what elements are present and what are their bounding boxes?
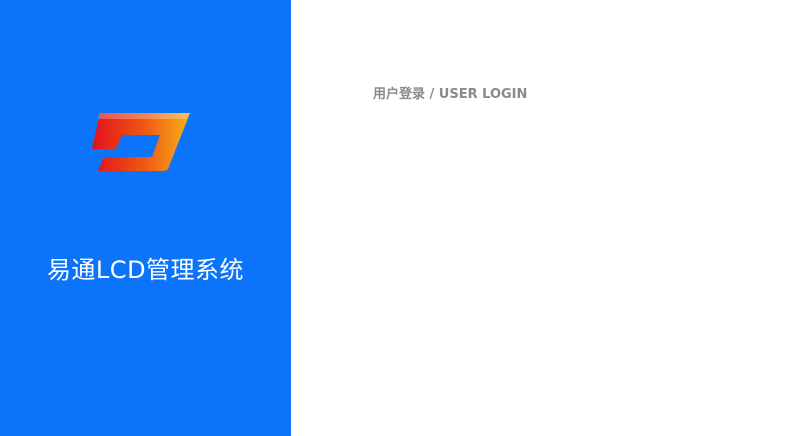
login-heading: 用户登录 / USER LOGIN [373, 87, 528, 102]
app-logo-icon [92, 113, 190, 171]
login-page: 易通LCD管理系统 用户登录 / USER LOGIN [0, 0, 798, 436]
brand-panel: 易通LCD管理系统 [0, 0, 291, 436]
system-title: 易通LCD管理系统 [46, 256, 245, 284]
login-panel: 用户登录 / USER LOGIN [291, 0, 798, 436]
